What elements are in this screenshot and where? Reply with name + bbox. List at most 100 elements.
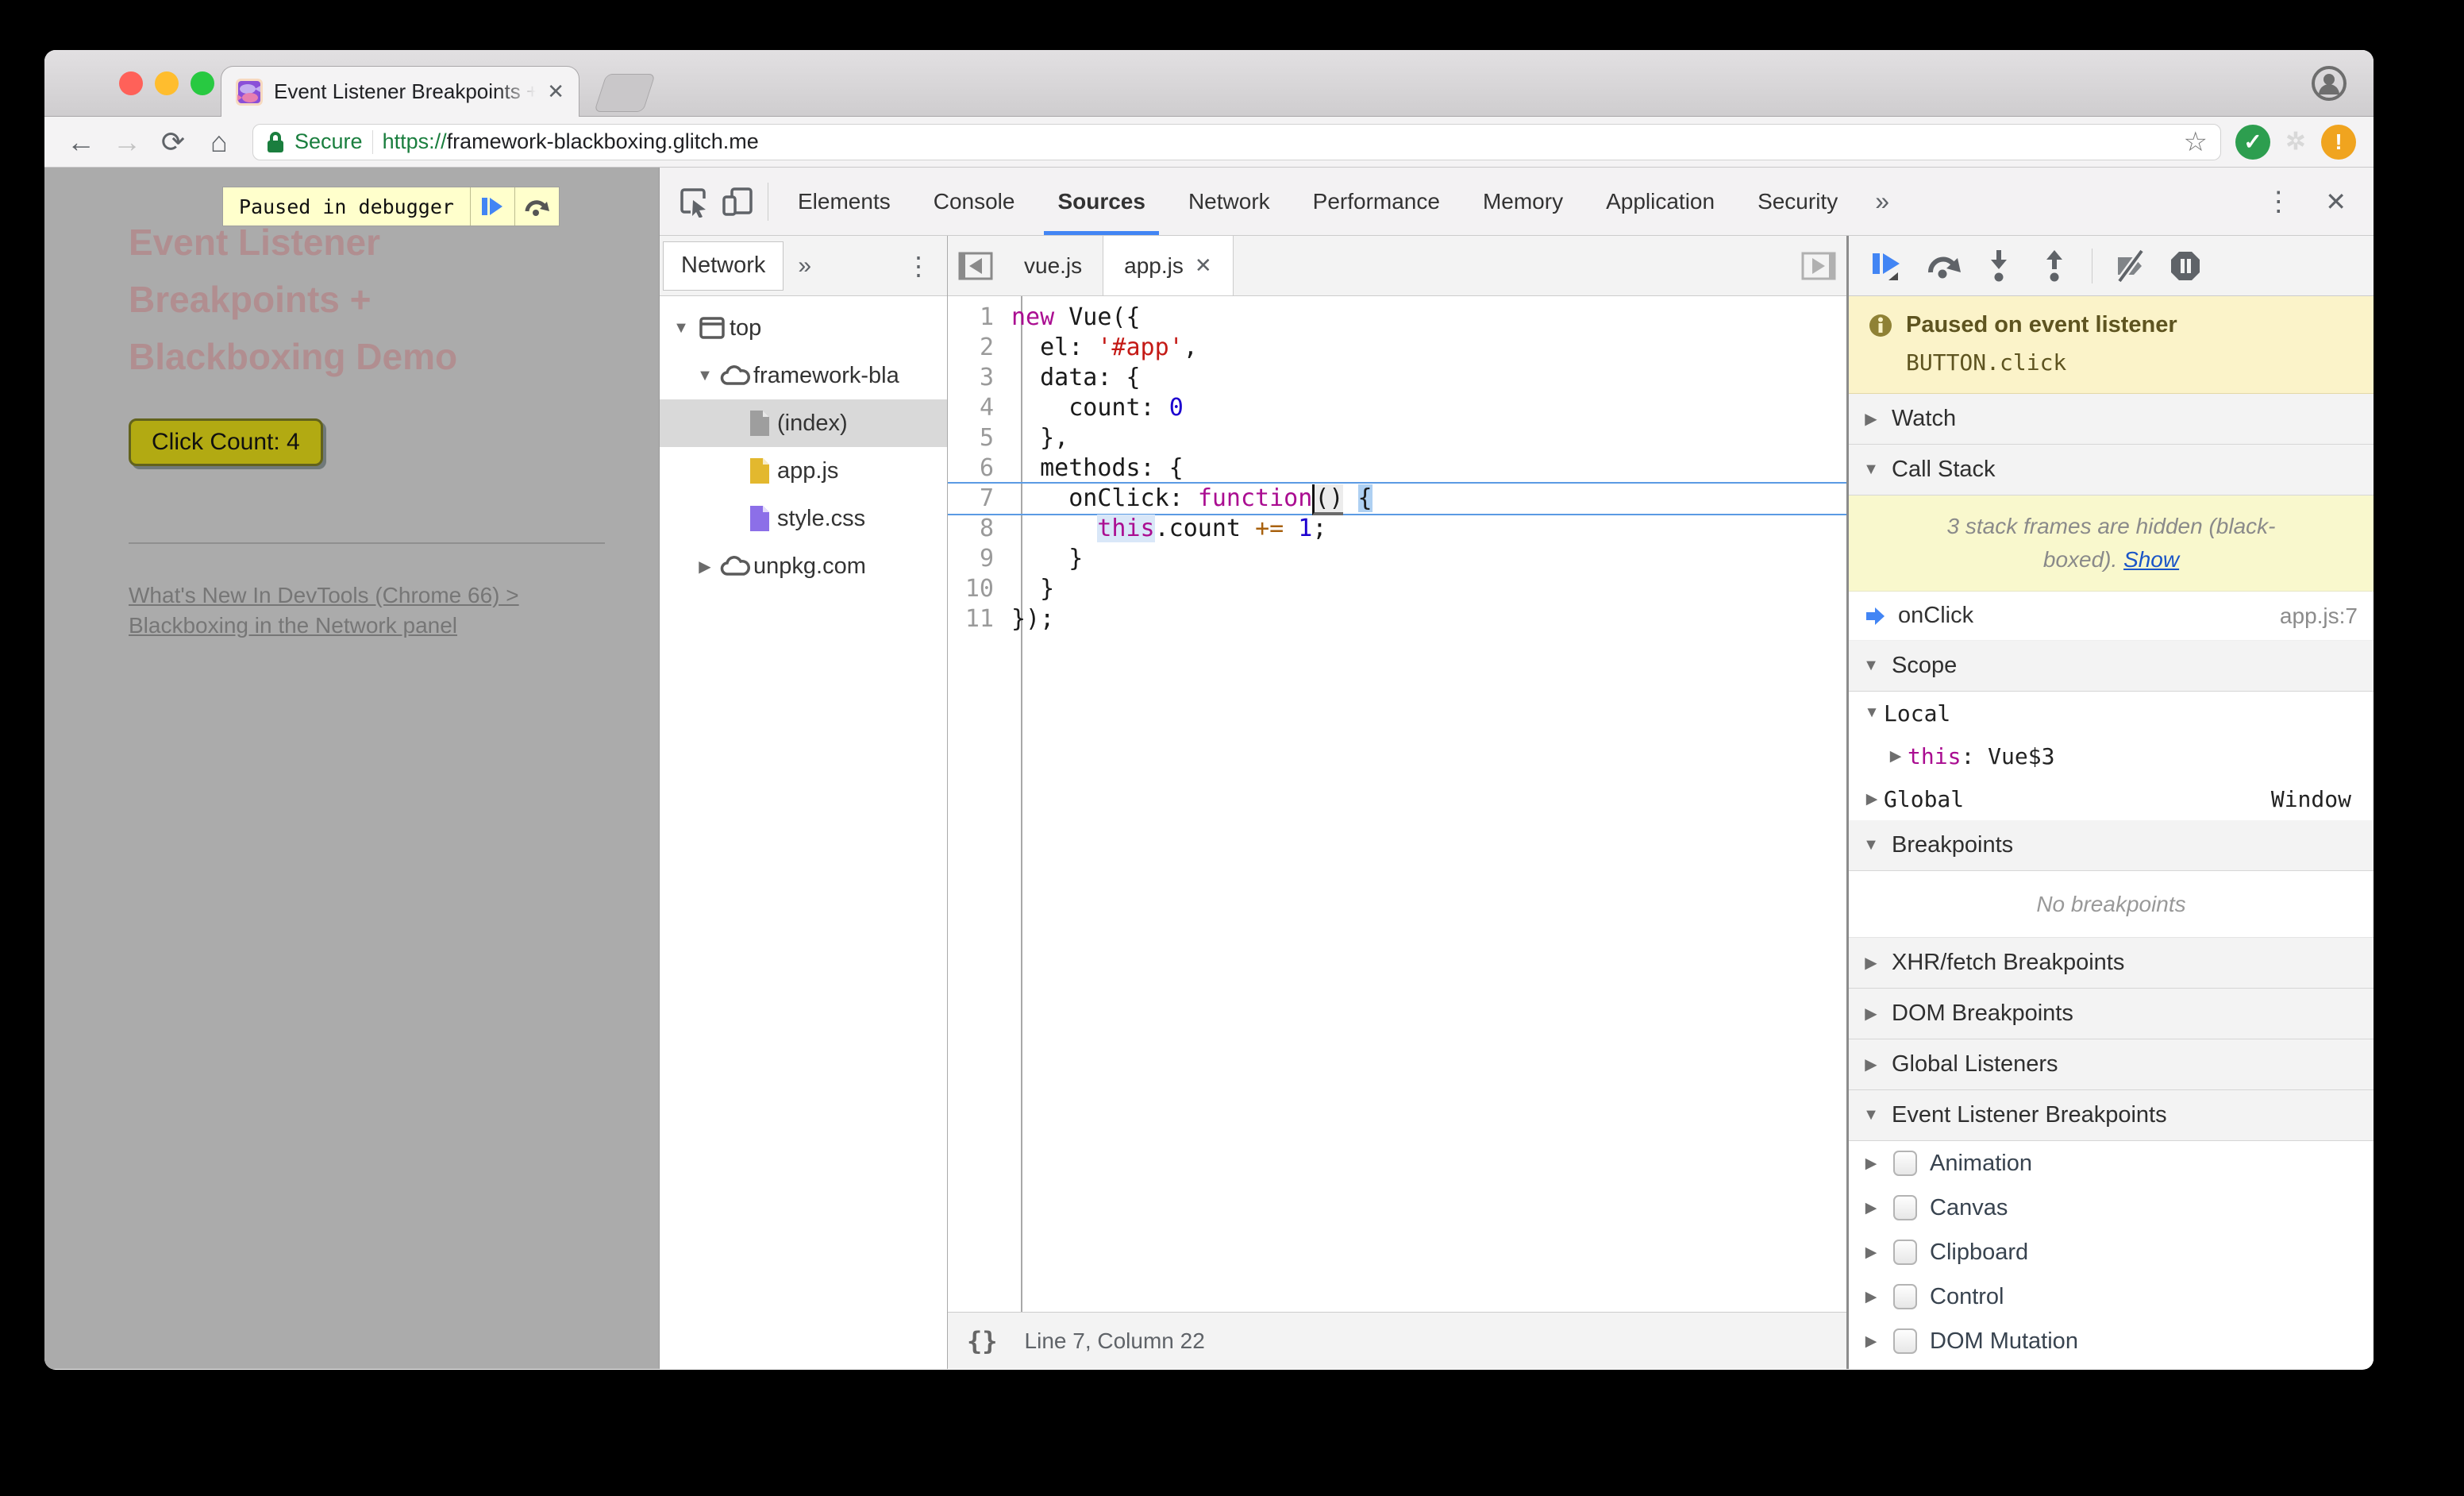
chevron-right-icon[interactable]: ▶ — [691, 557, 718, 576]
step-out-button[interactable] — [2030, 244, 2079, 288]
close-window-button[interactable] — [119, 71, 143, 95]
chevron-right-icon[interactable]: ▶ — [1861, 1155, 1881, 1173]
tree-item-style.css[interactable]: style.css — [660, 495, 947, 542]
section-breakpoints[interactable]: ▼ Breakpoints — [1849, 820, 2374, 871]
tree-item--index-[interactable]: (index) — [660, 399, 947, 447]
event-category-control[interactable]: ▶ Control — [1849, 1274, 2374, 1319]
section-event-listener-breakpoints[interactable]: ▼ Event Listener Breakpoints — [1849, 1090, 2374, 1141]
tab-close-icon[interactable]: ✕ — [547, 79, 564, 104]
category-checkbox[interactable] — [1893, 1284, 1917, 1309]
code-editor[interactable]: 1 new Vue({2 el: '#app', 3 data: {4 count:… — [948, 296, 1846, 1312]
device-toolbar-icon[interactable] — [715, 179, 760, 224]
category-checkbox[interactable] — [1893, 1151, 1917, 1176]
code-line[interactable]: 3 data: { — [948, 363, 1846, 393]
line-number[interactable]: 10 — [948, 574, 1011, 604]
secure-label[interactable]: Secure — [295, 129, 363, 154]
navigator-menu-icon[interactable]: ⋮ — [893, 251, 944, 281]
collapse-navigator-icon[interactable] — [948, 236, 1003, 295]
code-line[interactable]: 4 count: 0 — [948, 393, 1846, 423]
devtools-tab-memory[interactable]: Memory — [1461, 168, 1584, 235]
navigator-more-tabs-icon[interactable]: » — [783, 253, 826, 280]
event-category-animation[interactable]: ▶ Animation — [1849, 1141, 2374, 1186]
code-line[interactable]: 2 el: '#app', — [948, 333, 1846, 363]
chevron-right-icon[interactable]: ▶ — [1861, 1332, 1881, 1351]
event-category-clipboard[interactable]: ▶ Clipboard — [1849, 1230, 2374, 1274]
section-call-stack[interactable]: ▼ Call Stack — [1849, 445, 2374, 495]
frame-location[interactable]: app.js:7 — [2280, 603, 2358, 629]
tree-item-unpkg.com[interactable]: ▶ unpkg.com — [660, 542, 947, 590]
chevron-right-icon[interactable]: ▶ — [1861, 1199, 1881, 1217]
navigator-tab-network[interactable]: Network — [663, 241, 784, 291]
devtools-close-icon[interactable]: ✕ — [2309, 187, 2362, 217]
line-number[interactable]: 7 — [948, 484, 1011, 514]
extension-warning-icon[interactable]: ! — [2321, 124, 2356, 160]
step-into-button[interactable] — [1974, 244, 2023, 288]
url-bar[interactable]: Secure https://framework-blackboxing.gli… — [252, 123, 2221, 160]
tree-item-framework-bla[interactable]: ▼ framework-bla — [660, 352, 947, 399]
line-number[interactable]: 3 — [948, 363, 1011, 393]
editor-tab-vue-js[interactable]: vue.js — [1003, 236, 1103, 295]
call-stack-frame[interactable]: onClick app.js:7 — [1849, 592, 2374, 641]
resume-script-button[interactable] — [1863, 244, 1912, 288]
execution-line[interactable]: 7 onClick: function() { — [948, 484, 1846, 515]
show-frames-link[interactable]: Show — [2123, 547, 2179, 572]
tree-item-top[interactable]: ▼ top — [660, 304, 947, 352]
code-line[interactable]: 8 this.count += 1; — [948, 514, 1846, 544]
inspect-element-icon[interactable] — [671, 179, 715, 224]
code-line[interactable]: 5 }, — [948, 423, 1846, 453]
event-category-dom-mutation[interactable]: ▶ DOM Mutation — [1849, 1319, 2374, 1363]
new-tab-button[interactable] — [594, 74, 656, 112]
whats-new-link[interactable]: What's New In DevTools (Chrome 66) > Bla… — [129, 580, 597, 641]
code-line[interactable]: 1 new Vue({ — [948, 303, 1846, 333]
url-text[interactable]: https://framework-blackboxing.glitch.me — [383, 129, 2174, 154]
minimize-window-button[interactable] — [155, 71, 179, 95]
pretty-print-icon[interactable]: {} — [967, 1326, 998, 1356]
section-scope[interactable]: ▼ Scope — [1849, 641, 2374, 692]
line-number[interactable]: 5 — [948, 423, 1011, 453]
scope-global-row[interactable]: ▶ Global Window — [1849, 777, 2374, 820]
devtools-tab-performance[interactable]: Performance — [1292, 168, 1461, 235]
code-line[interactable]: 10 } — [948, 574, 1846, 604]
more-panels-icon[interactable]: » — [1859, 187, 1905, 216]
section-global-listeners[interactable]: ▶ Global Listeners — [1849, 1039, 2374, 1090]
devtools-tab-security[interactable]: Security — [1736, 168, 1859, 235]
devtools-menu-icon[interactable]: ⋮ — [2247, 186, 2309, 218]
chevron-right-icon[interactable]: ▶ — [1861, 1288, 1881, 1306]
expand-sidebar-icon[interactable] — [1791, 236, 1846, 295]
chevron-right-icon[interactable]: ▶ — [1861, 1243, 1881, 1262]
home-button[interactable]: ⌂ — [200, 123, 238, 161]
back-button[interactable]: ← — [62, 123, 100, 161]
deactivate-breakpoints-button[interactable] — [2105, 244, 2154, 288]
line-number[interactable]: 8 — [948, 514, 1011, 544]
extension-check-icon[interactable]: ✓ — [2235, 124, 2270, 160]
scope-this-row[interactable]: ▶ this: Vue$3 — [1849, 735, 2374, 777]
tree-item-app.js[interactable]: app.js — [660, 447, 947, 495]
line-number[interactable]: 11 — [948, 604, 1011, 634]
overlay-step-over-button[interactable] — [514, 187, 559, 226]
category-checkbox[interactable] — [1893, 1240, 1917, 1265]
pause-on-exceptions-button[interactable] — [2161, 244, 2210, 288]
category-checkbox[interactable] — [1893, 1328, 1917, 1354]
code-line[interactable]: 11}); — [948, 604, 1846, 634]
step-over-button[interactable] — [1919, 244, 1968, 288]
devtools-tab-console[interactable]: Console — [912, 168, 1037, 235]
click-count-button[interactable]: Click Count: 4 — [129, 418, 323, 466]
line-number[interactable]: 6 — [948, 453, 1011, 484]
reload-button[interactable]: ⟳ — [154, 123, 192, 161]
bookmark-star-icon[interactable]: ☆ — [2184, 126, 2208, 158]
devtools-tab-elements[interactable]: Elements — [776, 168, 912, 235]
zoom-window-button[interactable] — [191, 71, 214, 95]
line-number[interactable]: 4 — [948, 393, 1011, 423]
section-dom-breakpoints[interactable]: ▶ DOM Breakpoints — [1849, 989, 2374, 1039]
event-category-canvas[interactable]: ▶ Canvas — [1849, 1186, 2374, 1230]
category-checkbox[interactable] — [1893, 1195, 1917, 1220]
extension-dimmed-icon[interactable]: ✲ — [2278, 125, 2313, 160]
devtools-tab-network[interactable]: Network — [1167, 168, 1292, 235]
profile-icon[interactable] — [2312, 66, 2347, 101]
chevron-down-icon[interactable]: ▼ — [691, 367, 718, 385]
section-xhr-breakpoints[interactable]: ▶ XHR/fetch Breakpoints — [1849, 938, 2374, 989]
devtools-tab-sources[interactable]: Sources — [1036, 168, 1167, 235]
overlay-resume-button[interactable] — [469, 187, 514, 226]
section-watch[interactable]: ▶ Watch — [1849, 394, 2374, 445]
editor-tab-close-icon[interactable]: ✕ — [1195, 253, 1212, 278]
